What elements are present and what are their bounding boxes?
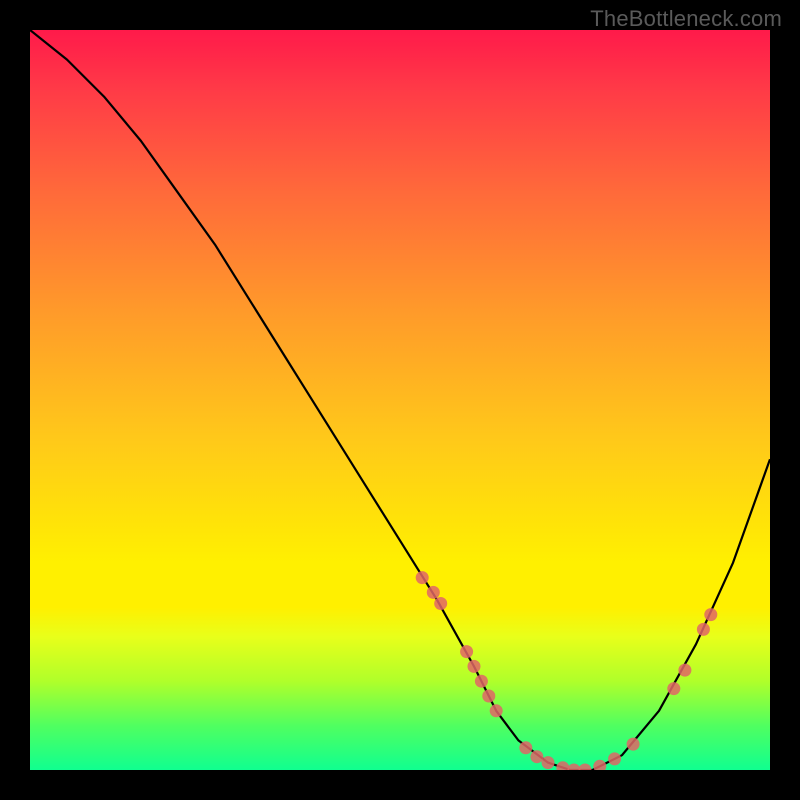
marker-bottom-3 [542,756,555,769]
marker-bottom-7 [593,760,606,770]
marker-right-cluster-2 [678,664,691,677]
bottleneck-curve [30,30,770,770]
marker-left-cluster-7 [482,690,495,703]
marker-left-cluster-3 [434,597,447,610]
marker-left-cluster-1 [416,571,429,584]
data-markers [416,571,718,770]
marker-bottom-6 [579,764,592,771]
marker-bottom-2 [530,750,543,763]
marker-right-cluster-4 [704,608,717,621]
plot-area [30,30,770,770]
marker-bottom-8 [608,752,621,765]
marker-left-cluster-2 [427,586,440,599]
marker-bottom-1 [519,741,532,754]
watermark-text: TheBottleneck.com [590,6,782,32]
marker-bottom-4 [556,761,569,770]
marker-right-cluster-1 [667,682,680,695]
marker-right-cluster-3 [697,623,710,636]
marker-left-cluster-6 [475,675,488,688]
marker-bottom-9 [627,738,640,751]
marker-left-cluster-8 [490,704,503,717]
marker-bottom-5 [567,764,580,771]
marker-left-cluster-5 [468,660,481,673]
marker-left-cluster-4 [460,645,473,658]
chart-svg [30,30,770,770]
